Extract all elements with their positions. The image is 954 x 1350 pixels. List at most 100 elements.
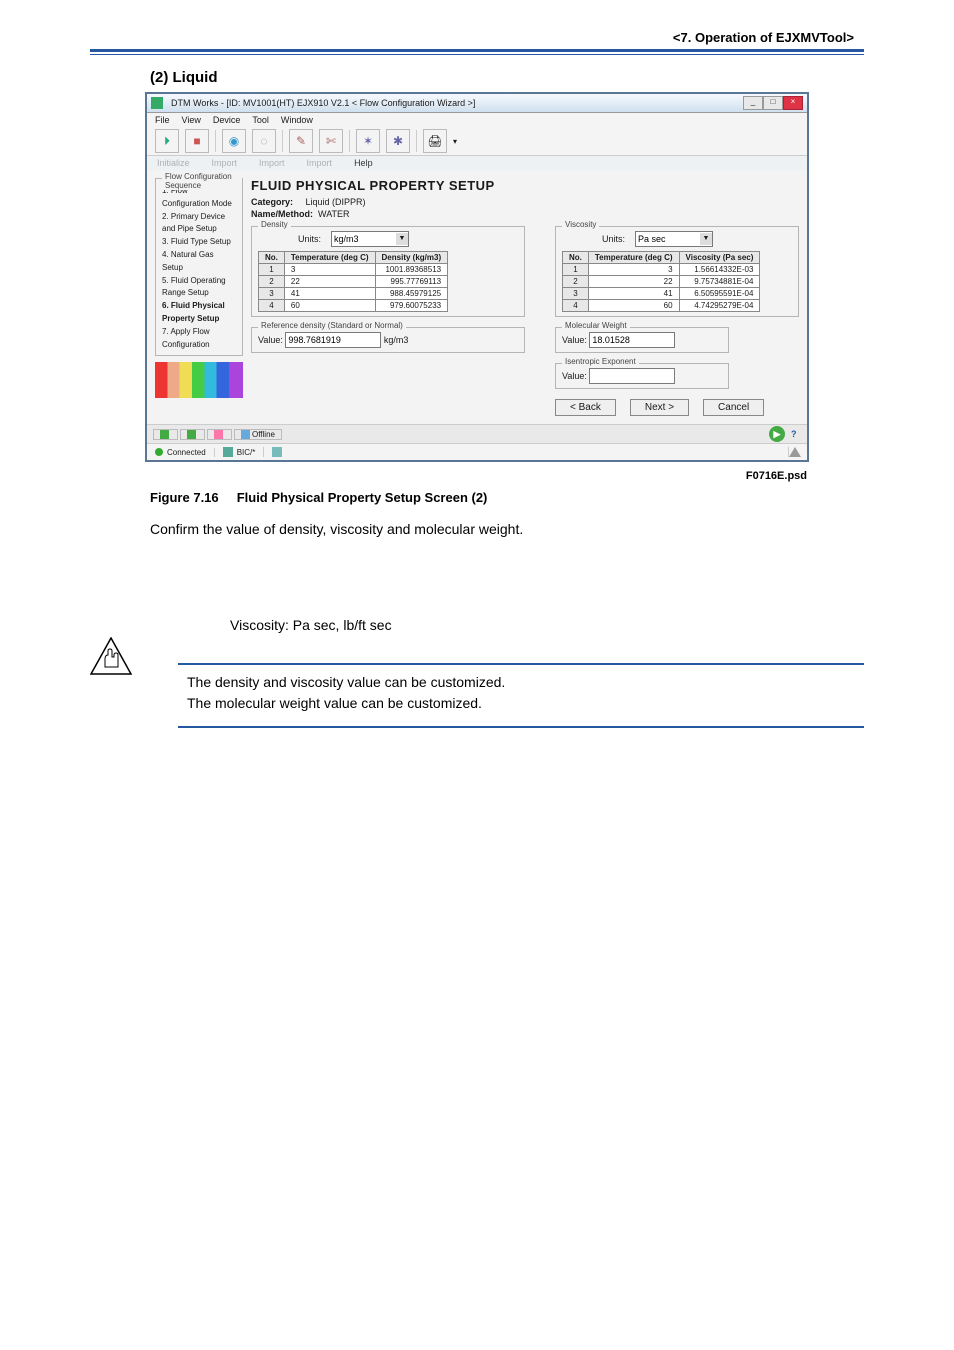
toolbar-button-3[interactable]: ◉	[222, 129, 246, 153]
tab-3-label: Offline	[252, 430, 275, 439]
minimize-button[interactable]: _	[743, 96, 763, 110]
toolbar-button-4[interactable]: ◌	[252, 129, 276, 153]
cell[interactable]: 9.75734881E-04	[679, 276, 760, 288]
status-blank	[264, 447, 789, 457]
step-3[interactable]: 3. Fluid Type Setup	[162, 236, 236, 249]
cell: 1	[563, 264, 589, 276]
cell: 1	[259, 264, 285, 276]
app-icon	[151, 97, 163, 109]
table-row: 2 22 995.77769113	[259, 276, 448, 288]
cell[interactable]: 3	[284, 264, 375, 276]
help-icon[interactable]: ?	[791, 429, 801, 439]
toolbar-button-5[interactable]: ✎	[289, 129, 313, 153]
maximize-button[interactable]: □	[763, 96, 783, 110]
note-block: The density and viscosity value can be c…	[90, 663, 864, 728]
iso-value-input[interactable]	[589, 368, 675, 384]
table-row: 2 22 9.75734881E-04	[563, 276, 760, 288]
viscosity-units-combo[interactable]: ▼	[635, 231, 713, 247]
toolbar-button-6[interactable]: ✄	[319, 129, 343, 153]
cell[interactable]: 4.74295279E-04	[679, 300, 760, 312]
toolbar-dropdown-arrow[interactable]: ▾	[453, 137, 457, 146]
next-button[interactable]: Next >	[630, 399, 689, 416]
step-5[interactable]: 5. Fluid Operating Range Setup	[162, 275, 236, 301]
toolbar-button-7[interactable]: ✶	[356, 129, 380, 153]
cell[interactable]: 979.60075233	[375, 300, 448, 312]
name-method-value: WATER	[318, 209, 350, 219]
cell[interactable]: 995.77769113	[375, 276, 448, 288]
cell[interactable]: 22	[588, 276, 679, 288]
cell[interactable]: 60	[588, 300, 679, 312]
cancel-button[interactable]: Cancel	[703, 399, 764, 416]
toolbar-print-icon[interactable]: 🖨	[423, 129, 447, 153]
note-line-2: The molecular weight value can be custom…	[187, 693, 864, 714]
body-area: Flow Configuration Sequence 1. Flow Conf…	[147, 170, 807, 424]
ref-density-fieldset: Reference density (Standard or Normal) V…	[251, 327, 525, 353]
back-button[interactable]: < Back	[555, 399, 616, 416]
cell[interactable]: 988.45979125	[375, 288, 448, 300]
tab-3[interactable]: Offline	[234, 429, 282, 440]
mol-value-input[interactable]	[589, 332, 675, 348]
category-value: Liquid (DIPPR)	[306, 197, 366, 207]
cell[interactable]: 41	[588, 288, 679, 300]
density-units-combo[interactable]: ▼	[331, 231, 409, 247]
label-initialize: Initialize	[157, 158, 190, 168]
step-2[interactable]: 2. Primary Device and Pipe Setup	[162, 211, 236, 237]
tab-0[interactable]	[153, 429, 178, 440]
close-button[interactable]: ×	[783, 96, 803, 110]
toolbar-button-1[interactable]: ⏵	[155, 129, 179, 153]
app-window: DTM Works - [ID: MV1001(HT) EJX910 V2.1 …	[145, 92, 809, 462]
toolbar-button-8[interactable]: ✱	[386, 129, 410, 153]
window-buttons: _ □ ×	[743, 96, 803, 110]
density-units-value[interactable]	[332, 233, 396, 245]
next-arrow-icon[interactable]: ▶	[769, 426, 785, 442]
cell: 2	[563, 276, 589, 288]
table-row: 4 60 979.60075233	[259, 300, 448, 312]
toolbar-sep	[349, 130, 350, 152]
cell[interactable]: 60	[284, 300, 375, 312]
menu-device[interactable]: Device	[213, 115, 241, 125]
cell[interactable]: 6.50595591E-04	[679, 288, 760, 300]
figure-number: Figure 7.16	[150, 490, 219, 505]
visc-th-temp: Temperature (deg C)	[588, 252, 679, 264]
step-7[interactable]: 7. Apply Flow Configuration	[162, 326, 236, 352]
header-rule-thin	[90, 54, 864, 55]
step-6[interactable]: 6. Fluid Physical Property Setup	[162, 300, 236, 326]
toolbar-sep	[215, 130, 216, 152]
cell[interactable]: 22	[284, 276, 375, 288]
tab-1[interactable]	[180, 429, 205, 440]
tab-2[interactable]	[207, 429, 232, 440]
toolbar-button-2[interactable]: ■	[185, 129, 209, 153]
viscosity-units-value[interactable]	[636, 233, 700, 245]
visc-th-no: No.	[563, 252, 589, 264]
ref-value-input[interactable]	[285, 332, 381, 348]
chevron-down-icon[interactable]: ▼	[700, 233, 712, 245]
chevron-down-icon[interactable]: ▼	[396, 233, 408, 245]
menu-window[interactable]: Window	[281, 115, 313, 125]
toolbar-labels: Initialize Import Import Import Help	[147, 156, 807, 170]
cell[interactable]: 3	[588, 264, 679, 276]
note-hand-icon	[90, 637, 132, 678]
menu-file[interactable]: File	[155, 115, 170, 125]
density-fieldset: Density Units: ▼ No.	[251, 226, 525, 317]
iso-exp-title: Isentropic Exponent	[562, 357, 639, 366]
category-label: Category:	[251, 197, 293, 207]
density-th-no: No.	[259, 252, 285, 264]
status-bar-icon	[272, 447, 282, 457]
iso-value-label: Value:	[562, 371, 587, 381]
menubar: File View Device Tool Window	[147, 113, 807, 127]
cell[interactable]: 1001.89368513	[375, 264, 448, 276]
menu-tool[interactable]: Tool	[252, 115, 269, 125]
cell[interactable]: 41	[284, 288, 375, 300]
label-help[interactable]: Help	[354, 158, 373, 168]
rainbow-banner	[155, 362, 243, 398]
menu-view[interactable]: View	[182, 115, 201, 125]
cell[interactable]: 1.56614332E-03	[679, 264, 760, 276]
window-title: DTM Works - [ID: MV1001(HT) EJX910 V2.1 …	[171, 98, 475, 108]
sidebar-fieldset: Flow Configuration Sequence 1. Flow Conf…	[155, 178, 243, 356]
cell: 4	[563, 300, 589, 312]
panel-title: FLUID PHYSICAL PROPERTY SETUP	[251, 178, 799, 193]
status-net-label: BIC/*	[237, 448, 256, 457]
tab-icon	[187, 430, 196, 439]
step-4[interactable]: 4. Natural Gas Setup	[162, 249, 236, 275]
note-text: The density and viscosity value can be c…	[187, 672, 864, 714]
